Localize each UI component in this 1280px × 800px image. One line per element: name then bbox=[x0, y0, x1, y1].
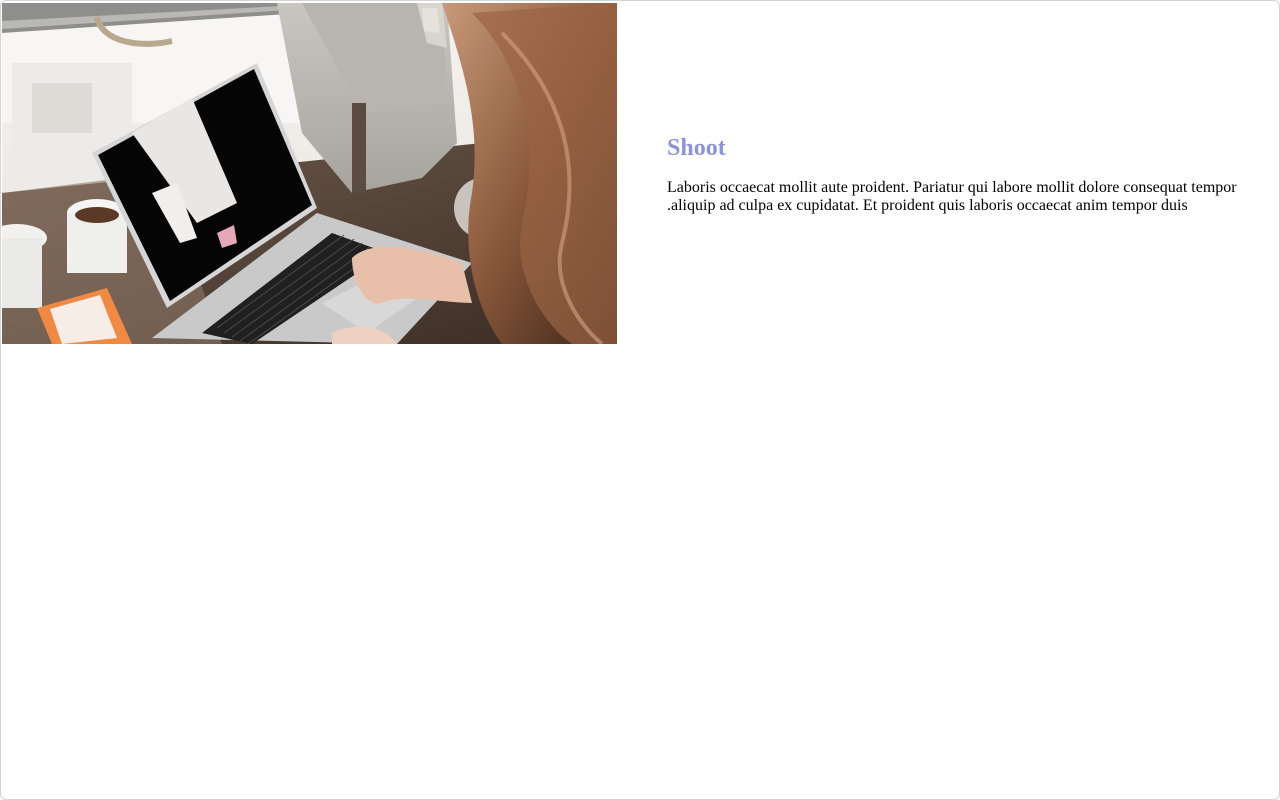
card-title: Shoot bbox=[667, 135, 726, 161]
card-photo bbox=[2, 3, 617, 344]
card-frame: Shoot Laboris occaecat mollit aute proid… bbox=[0, 0, 1280, 800]
laptop-photo-illustration bbox=[2, 3, 617, 344]
card-body: Laboris occaecat mollit aute proident. P… bbox=[667, 179, 1237, 214]
card-text: Shoot Laboris occaecat mollit aute proid… bbox=[667, 134, 1247, 215]
